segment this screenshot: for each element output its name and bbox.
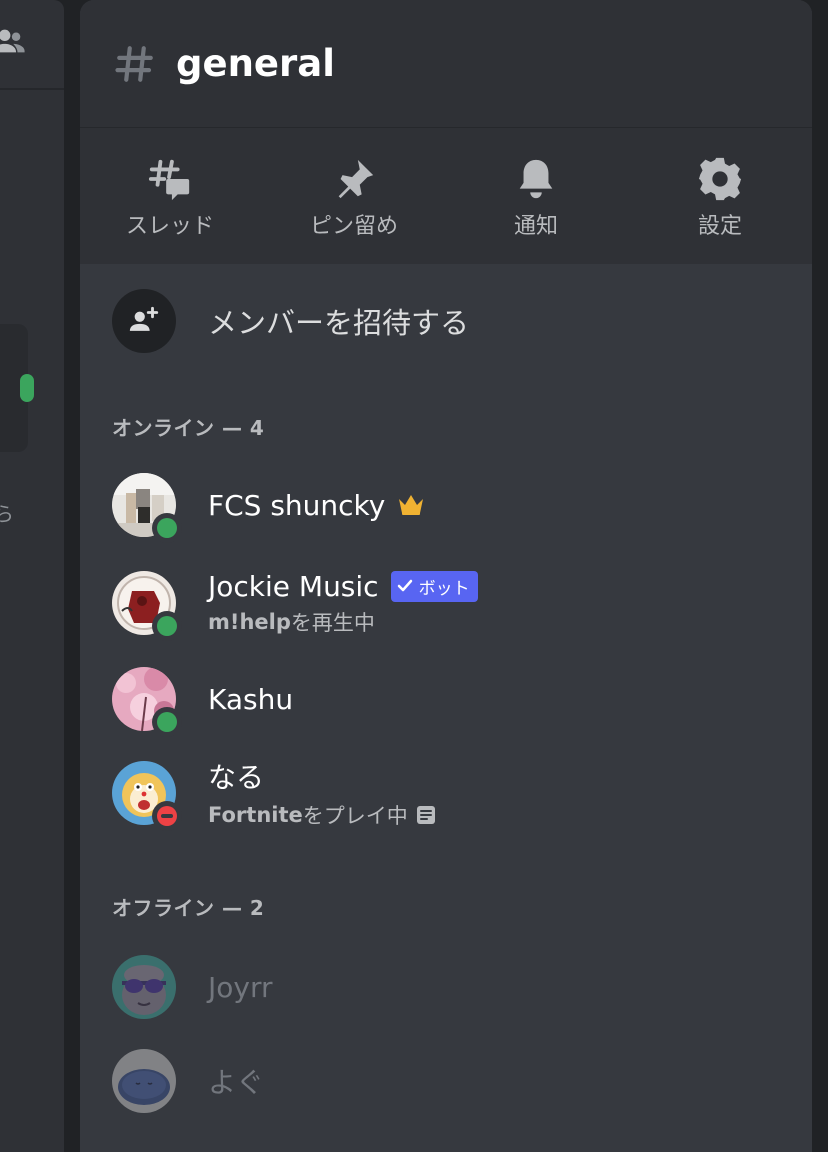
bot-badge: ボット [390, 570, 478, 602]
activity-suffix: をプレイ中 [302, 804, 408, 828]
status-indicator [20, 374, 34, 402]
avatar [112, 667, 182, 737]
notifications-button[interactable]: 通知 [466, 156, 606, 240]
pins-label: ピン留め [309, 214, 398, 239]
online-section-header: オンライン — 4 [112, 416, 265, 440]
channel-drawer: general スレッド ピン留め 通知 設定 メンバーを招待する オンライン … [80, 0, 812, 1152]
invite-members-button[interactable]: メンバーを招待する [112, 288, 469, 354]
member-name: Jockie Music [208, 569, 379, 603]
threads-button[interactable]: スレッド [100, 156, 240, 240]
member-row[interactable]: FCS shuncky [112, 470, 425, 543]
status-indicator [152, 801, 182, 831]
offline-section-header: オフライン — 2 [112, 896, 265, 920]
invite-label: メンバーを招待する [208, 306, 470, 340]
pins-button[interactable]: ピン留め [284, 156, 424, 240]
threads-label: スレッド [125, 214, 214, 239]
member-name: FCS shuncky [208, 488, 386, 522]
settings-button[interactable]: 設定 [650, 156, 790, 240]
crown-icon [399, 495, 424, 515]
avatar [112, 761, 182, 831]
settings-label: 設定 [697, 214, 742, 239]
checkmark-icon [397, 579, 412, 592]
bot-badge-label: ボット [418, 578, 470, 599]
member-name: Joyrr [208, 970, 273, 1004]
members-icon[interactable] [0, 24, 26, 58]
truncated-text: ら [0, 502, 14, 526]
voice-card[interactable] [0, 324, 34, 452]
member-name: よぐ [208, 1066, 265, 1099]
threads-icon [148, 159, 190, 201]
status-indicator [152, 707, 182, 737]
server-sidebar: ら [0, 0, 64, 1152]
member-name: Kashu [208, 682, 294, 716]
avatar-image [112, 1049, 176, 1113]
channel-name: general [176, 42, 335, 85]
status-indicator [152, 513, 182, 543]
divider [0, 88, 64, 90]
status-indicator [152, 611, 182, 641]
avatar-image [112, 955, 176, 1019]
channel-actions: スレッド ピン留め 通知 設定 [80, 128, 812, 264]
member-row[interactable]: Joyrr [112, 952, 273, 1022]
channel-title-bar: general [80, 0, 812, 128]
member-activity: m!help を再生中 [208, 607, 478, 637]
drawer-header: general スレッド ピン留め 通知 設定 [80, 0, 812, 264]
member-name: なる [208, 761, 265, 794]
avatar [112, 473, 182, 543]
member-row[interactable]: Kashu [112, 664, 294, 737]
member-activity: Fortnite をプレイ中 [208, 800, 436, 830]
hash-icon [115, 45, 153, 82]
avatar [112, 955, 176, 1019]
activity-suffix: を再生中 [290, 610, 375, 635]
avatar [112, 571, 182, 641]
activity-name: Fortnite [208, 803, 303, 827]
rich-presence-icon [416, 806, 435, 824]
avatar [112, 1049, 176, 1113]
member-row[interactable]: よぐ [112, 1046, 264, 1116]
gear-icon [698, 157, 742, 201]
invite-icon-circle [112, 289, 176, 353]
pin-icon [338, 159, 374, 199]
member-row[interactable]: Jockie Music ボット m!help を再生中 [112, 568, 478, 641]
member-row[interactable]: なる Fortnite をプレイ中 [112, 758, 436, 831]
activity-name: m!help [208, 609, 291, 634]
add-user-icon [129, 306, 159, 331]
bell-icon [519, 159, 553, 199]
notifications-label: 通知 [513, 214, 558, 239]
